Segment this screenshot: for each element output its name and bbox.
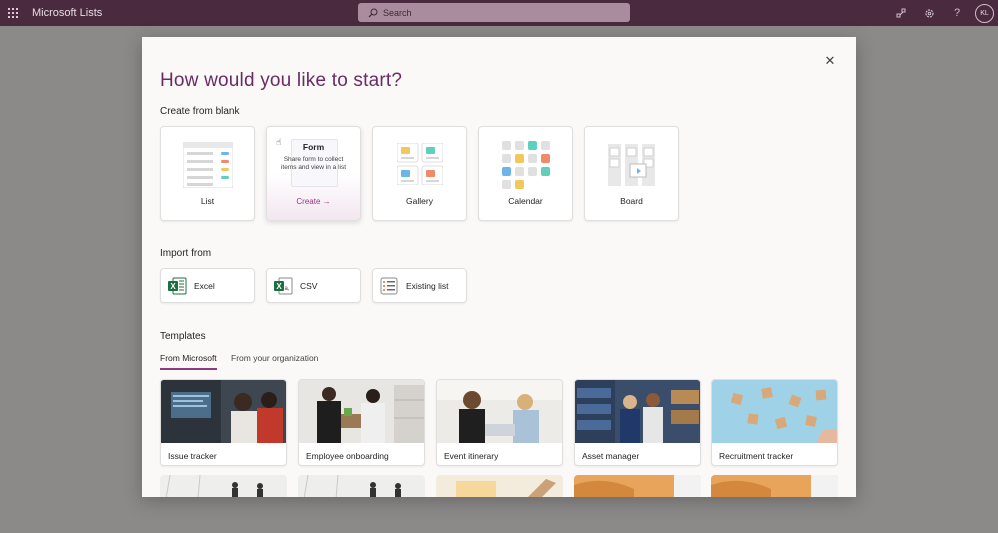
import-excel-button[interactable]: X Excel (160, 268, 255, 303)
section-title-templates: Templates (160, 331, 206, 342)
svg-text:X: X (170, 282, 176, 291)
dialog-title: How would you like to start? (160, 70, 403, 91)
active-tab-indicator (160, 368, 217, 370)
template-label-recruitment-tracker: Recruitment tracker (719, 451, 794, 461)
section-title-import: Import from (160, 248, 212, 259)
template-label-issue-tracker: Issue tracker (168, 451, 217, 461)
calendar-icon (501, 141, 550, 189)
blank-card-calendar[interactable]: Calendar (478, 126, 573, 221)
form-description: Share form to collect items and view in … (280, 156, 347, 171)
svg-text:X: X (276, 282, 282, 291)
import-existing-list-button[interactable]: Existing list (372, 268, 467, 303)
tab-from-microsoft[interactable]: From Microsoft (160, 353, 217, 363)
template-image-employee-onboarding (299, 380, 424, 443)
template-card-asset-manager[interactable]: Asset manager (574, 379, 701, 466)
template-image-issue-tracker (161, 380, 286, 443)
svg-text:a,: a, (284, 286, 289, 292)
template-image-row2-1 (160, 475, 287, 497)
gallery-icon (396, 143, 443, 185)
blank-card-gallery[interactable]: Gallery (372, 126, 467, 221)
template-card-event-itinerary[interactable]: Event itinerary (436, 379, 563, 466)
card-label-calendar: Calendar (508, 196, 543, 206)
card-label-board: Board (620, 196, 643, 206)
search-input[interactable]: Search (383, 8, 412, 18)
board-icon (607, 144, 655, 186)
card-label-gallery: Gallery (406, 196, 433, 206)
waffle-icon[interactable] (0, 0, 26, 26)
search-icon (368, 8, 378, 17)
template-card-employee-onboarding[interactable]: Employee onboarding (298, 379, 425, 466)
form-create-link[interactable]: Create → (267, 197, 360, 206)
section-title-blank: Create from blank (160, 106, 240, 117)
template-card-issue-tracker[interactable]: Issue tracker (160, 379, 287, 466)
gear-icon[interactable] (915, 3, 943, 23)
template-image-event-itinerary (437, 380, 562, 443)
template-image-row2-4 (574, 475, 701, 497)
template-label-asset-manager: Asset manager (582, 451, 640, 461)
import-csv-label: CSV (300, 280, 318, 291)
import-excel-label: Excel (194, 280, 215, 291)
template-card-row2-2[interactable] (298, 475, 425, 497)
list-icon (182, 142, 233, 188)
template-card-row2-1[interactable] (160, 475, 287, 497)
template-card-recruitment-tracker[interactable]: Recruitment tracker (711, 379, 838, 466)
existing-list-icon (380, 277, 398, 294)
help-icon[interactable]: ? (943, 3, 971, 23)
app-header: Microsoft Lists Search ? KL (0, 0, 998, 26)
share-network-icon[interactable] (887, 3, 915, 23)
template-image-recruitment-tracker (712, 380, 837, 443)
template-image-row2-2 (298, 475, 425, 497)
template-image-row2-3 (436, 475, 563, 497)
close-icon[interactable]: ✕ (823, 54, 837, 68)
excel-icon: X (168, 277, 187, 294)
template-label-event-itinerary: Event itinerary (444, 451, 499, 461)
template-card-row2-3[interactable] (436, 475, 563, 497)
card-label-list: List (200, 196, 215, 206)
search-box[interactable]: Search (358, 3, 630, 22)
app-title[interactable]: Microsoft Lists (32, 7, 102, 19)
blank-card-form[interactable]: ☝ Form Share form to collect items and v… (266, 126, 361, 221)
card-label-form: Form (302, 142, 325, 152)
avatar[interactable]: KL (975, 3, 994, 23)
template-image-asset-manager (575, 380, 700, 443)
import-csv-button[interactable]: a, X CSV (266, 268, 361, 303)
template-card-row2-4[interactable] (574, 475, 701, 497)
import-existing-list-label: Existing list (406, 280, 449, 291)
template-image-row2-5 (711, 475, 838, 497)
template-label-employee-onboarding: Employee onboarding (306, 451, 389, 461)
template-card-row2-5[interactable] (711, 475, 838, 497)
csv-icon: a, X (274, 277, 293, 294)
tab-from-organization[interactable]: From your organization (231, 353, 318, 363)
blank-card-list[interactable]: List (160, 126, 255, 221)
start-dialog: ✕ How would you like to start? Create fr… (142, 37, 856, 497)
blank-card-board[interactable]: Board (584, 126, 679, 221)
